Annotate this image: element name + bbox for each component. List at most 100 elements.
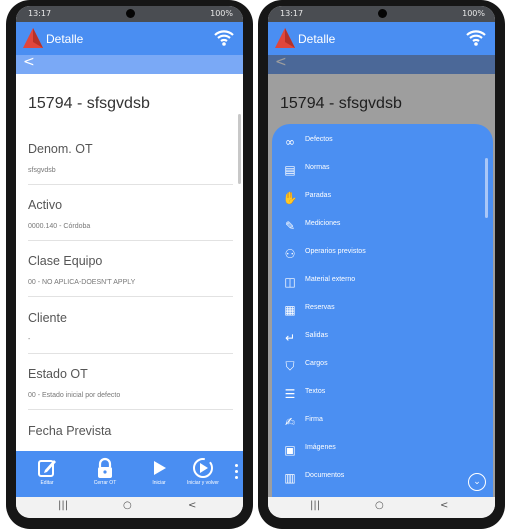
menu-item-label: Salidas bbox=[305, 332, 328, 339]
menu-item-firma[interactable]: ✍ Firma bbox=[272, 410, 493, 436]
close-order-label: Cerrar OT bbox=[93, 480, 117, 486]
menu-item-salidas[interactable]: ↵ Salidas bbox=[272, 326, 493, 352]
menu-item-material-externo[interactable]: ◫ Material externo bbox=[272, 270, 493, 296]
phone-detail-view: 13:17 100% Detalle < 15794 - sfsgvdsb De… bbox=[6, 0, 253, 529]
field-label: Cliente bbox=[28, 311, 67, 325]
status-time: 13:17 bbox=[28, 9, 52, 18]
system-nav-bar: ||| ○ < bbox=[268, 497, 495, 518]
menu-item-label: Material externo bbox=[305, 276, 356, 283]
start-button[interactable]: Iniciar bbox=[144, 451, 174, 497]
status-battery: 100% bbox=[462, 9, 485, 18]
field-label: Clase Equipo bbox=[28, 254, 103, 268]
image-icon: ▣ bbox=[284, 443, 296, 457]
menu-item-textos[interactable]: ☰ Textos bbox=[272, 382, 493, 408]
menu-item-paradas[interactable]: ✋ Paradas bbox=[272, 186, 493, 212]
menu-item-defectos[interactable]: ∞ Defectos bbox=[272, 130, 493, 156]
screen: 13:17 100% Detalle < 15794 - sfsgvdsb ∞ … bbox=[268, 6, 495, 518]
start-and-return-button[interactable]: Iniciar y volver bbox=[181, 451, 225, 497]
wifi-icon[interactable] bbox=[213, 27, 235, 47]
glasses-icon: ∞ bbox=[285, 135, 295, 149]
menu-item-operarios-previstos[interactable]: ⚇ Operarios previstos bbox=[272, 242, 493, 268]
menu-item-reservas[interactable]: ▦ Reservas bbox=[272, 298, 493, 324]
app-bar: Detalle bbox=[268, 22, 495, 55]
more-options-icon[interactable] bbox=[235, 464, 239, 482]
edit-icon bbox=[38, 460, 56, 477]
order-title: 15794 - sfsgvdsb bbox=[28, 95, 150, 112]
camera-icon bbox=[125, 9, 135, 18]
app-bar: Detalle bbox=[16, 22, 243, 55]
system-back-button[interactable]: < bbox=[440, 500, 448, 511]
system-back-button[interactable]: < bbox=[188, 500, 196, 511]
menu-item-label: Normas bbox=[305, 164, 330, 171]
field-value: 0000.140 - Córdoba bbox=[28, 223, 91, 230]
recent-apps-button[interactable]: ||| bbox=[310, 500, 320, 511]
divider bbox=[28, 240, 233, 241]
menu-item-label: Reservas bbox=[305, 304, 335, 311]
exit-icon: ↵ bbox=[284, 331, 296, 345]
menu-item-mediciones[interactable]: ✎ Mediciones bbox=[272, 214, 493, 240]
menu-item-label: Documentos bbox=[305, 472, 345, 479]
field-label: Estado OT bbox=[28, 367, 88, 381]
menu-item-label: Firma bbox=[305, 416, 323, 423]
screen: 13:17 100% Detalle < 15794 - sfsgvdsb De… bbox=[16, 6, 243, 518]
home-button[interactable]: ○ bbox=[123, 500, 132, 511]
menu-item-label: Mediciones bbox=[305, 220, 341, 227]
close-order-button[interactable]: Cerrar OT bbox=[86, 451, 124, 497]
inventory-icon: ▦ bbox=[284, 303, 296, 317]
menu-item-label: Paradas bbox=[305, 192, 332, 199]
phone-menu-view: 13:17 100% Detalle < 15794 - sfsgvdsb ∞ … bbox=[258, 0, 505, 529]
detail-content: 15794 - sfsgvdsb Denom. OT sfsgvdsb Acti… bbox=[16, 74, 243, 451]
text-icon: ☰ bbox=[284, 387, 296, 401]
clipboard-icon: ▤ bbox=[284, 163, 296, 177]
back-button[interactable]: < bbox=[23, 54, 35, 70]
field-label: Denom. OT bbox=[28, 142, 93, 156]
home-button[interactable]: ○ bbox=[375, 500, 384, 511]
menu-scrollbar[interactable] bbox=[485, 158, 488, 218]
menu-item-label: Cargos bbox=[305, 360, 328, 367]
lock-icon bbox=[98, 457, 112, 478]
sub-bar: < bbox=[16, 54, 243, 74]
menu-item-label: Textos bbox=[305, 388, 326, 395]
edit-label: Editar bbox=[40, 480, 54, 486]
menu-item-label: Imágenes bbox=[305, 444, 336, 451]
divider bbox=[28, 353, 233, 354]
wifi-icon[interactable] bbox=[465, 27, 487, 47]
start-label: Iniciar bbox=[152, 480, 166, 486]
app-logo-icon bbox=[275, 28, 295, 48]
scroll-down-icon[interactable]: ⌄ bbox=[468, 473, 486, 491]
status-battery: 100% bbox=[210, 9, 233, 18]
edit-button[interactable]: Editar bbox=[30, 451, 64, 497]
status-time: 13:17 bbox=[280, 9, 304, 18]
app-title: Detalle bbox=[298, 32, 336, 46]
field-value: 00 - NO APLICA-DOESN'T APPLY bbox=[28, 279, 136, 286]
field-value: sfsgvdsb bbox=[28, 167, 56, 174]
app-logo-icon bbox=[23, 28, 43, 48]
book-icon: ◫ bbox=[284, 275, 296, 289]
field-label: Fecha Prevista bbox=[28, 424, 112, 438]
recent-apps-button[interactable]: ||| bbox=[58, 500, 68, 511]
scrollbar[interactable] bbox=[238, 114, 241, 184]
ruler-icon: ✎ bbox=[284, 219, 296, 233]
hand-icon: ✋ bbox=[282, 191, 298, 205]
divider bbox=[28, 409, 233, 410]
shield-icon: ⛉ bbox=[285, 359, 295, 373]
field-value: - bbox=[28, 336, 31, 343]
play-circle-icon bbox=[193, 458, 213, 478]
start-and-return-label: Iniciar y volver bbox=[187, 480, 219, 486]
options-menu: ∞ Defectos ▤ Normas ✋ Paradas ✎ Medicion… bbox=[272, 124, 493, 497]
signature-icon: ✍ bbox=[284, 415, 296, 429]
menu-item-documentos[interactable]: ▥ Documentos bbox=[272, 466, 493, 492]
action-toolbar: Editar Cerrar OT Iniciar Iniciar y volve… bbox=[16, 451, 243, 497]
menu-item-cargos[interactable]: ⛉ Cargos bbox=[272, 354, 493, 380]
menu-item-imagenes[interactable]: ▣ Imágenes bbox=[272, 438, 493, 464]
status-bar: 13:17 100% bbox=[16, 6, 243, 22]
camera-icon bbox=[377, 9, 387, 18]
play-icon bbox=[154, 461, 166, 475]
divider bbox=[28, 296, 233, 297]
field-value: 00 - Estado inicial por defecto bbox=[28, 392, 121, 399]
menu-item-label: Operarios previstos bbox=[305, 248, 366, 255]
menu-item-label: Defectos bbox=[305, 136, 333, 143]
field-label: Activo bbox=[28, 198, 63, 212]
menu-item-normas[interactable]: ▤ Normas bbox=[272, 158, 493, 184]
status-bar: 13:17 100% bbox=[268, 6, 495, 22]
